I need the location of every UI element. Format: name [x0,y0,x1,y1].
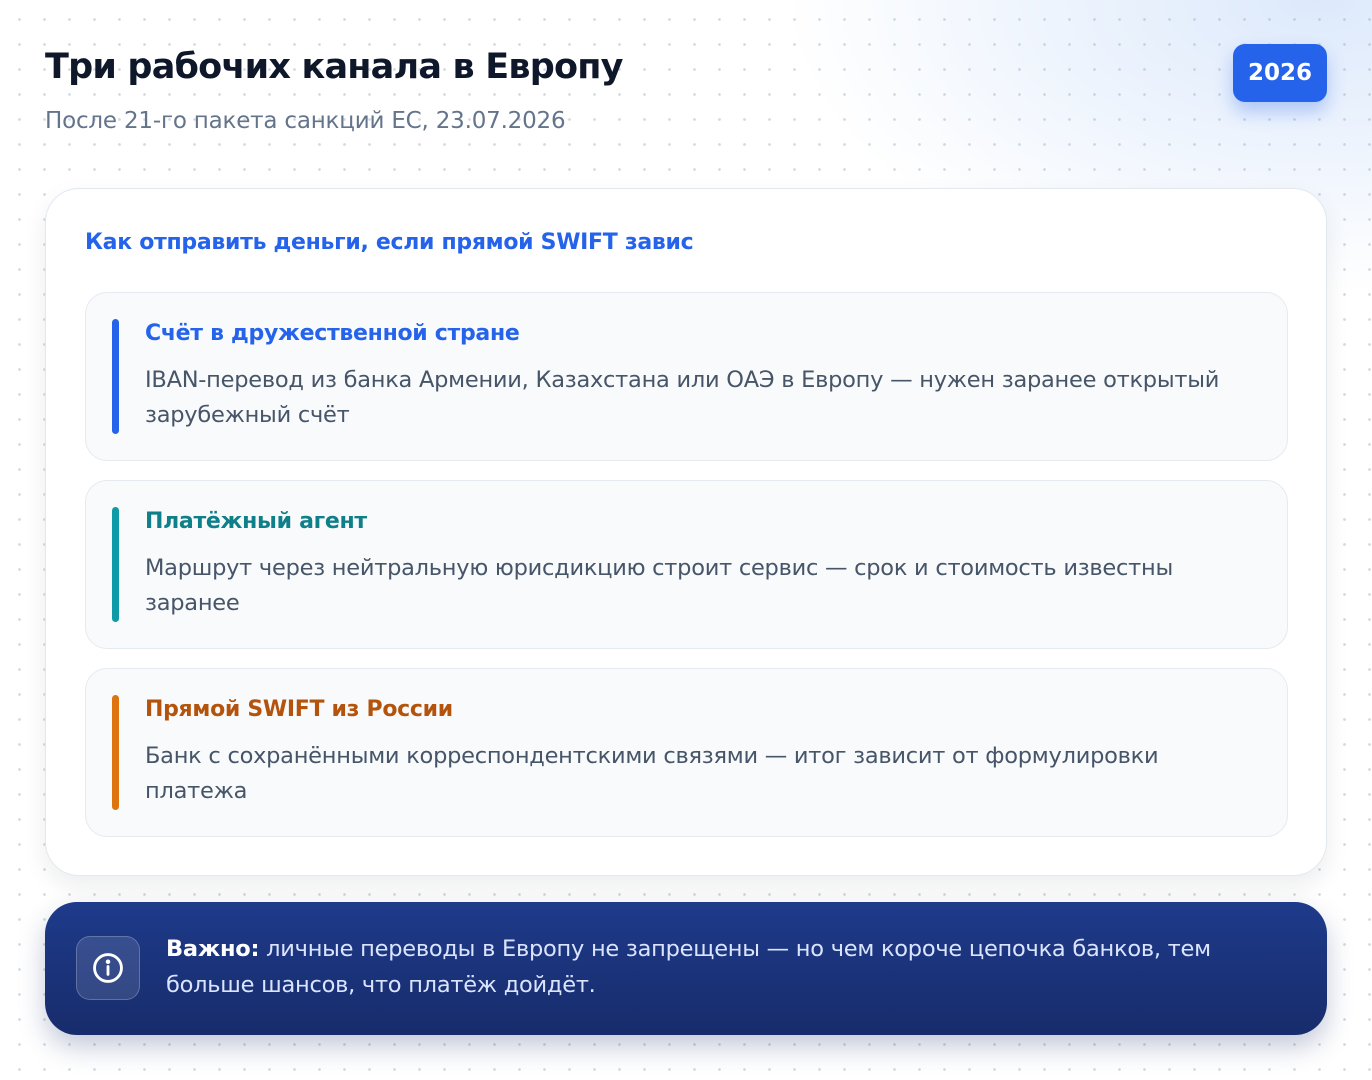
channel-accent-bar [112,695,119,810]
channel-description: IBAN-перевод из банка Армении, Казахстан… [145,367,1220,428]
notice-text: Важно: личные переводы в Европу не запре… [166,931,1276,1003]
channel-title: Платёжный агент [145,509,367,534]
channel-title: Прямой SWIFT из России [145,697,453,722]
info-icon [76,936,140,1000]
channel-payment-agent: Платёжный агент Маршрут через нейтральну… [85,480,1288,649]
channel-friendly-country-account: Счёт в дружественной стране IBAN-перевод… [85,292,1288,461]
channel-title: Счёт в дружественной стране [145,321,520,346]
important-notice: Важно: личные переводы в Европу не запре… [45,902,1327,1035]
year-badge: 2026 [1233,44,1327,102]
page-header: Три рабочих канала в Европу После 21-го … [45,44,1327,144]
channel-accent-bar [112,319,119,434]
channels-card: Как отправить деньги, если прямой SWIFT … [45,188,1327,876]
page-title: Три рабочих канала в Европу [45,47,623,87]
channel-accent-bar [112,507,119,622]
card-heading: Как отправить деньги, если прямой SWIFT … [85,230,694,255]
channel-description: Банк с сохранёнными корреспондентскими с… [145,743,1159,804]
notice-body: личные переводы в Европу не запрещены — … [166,936,1211,998]
notice-label: Важно: [166,936,260,962]
channel-description: Маршрут через нейтральную юрисдикцию стр… [145,555,1173,616]
page-subtitle: После 21-го пакета санкций ЕС, 23.07.202… [45,108,566,134]
channel-direct-swift: Прямой SWIFT из России Банк с сохранённы… [85,668,1288,837]
